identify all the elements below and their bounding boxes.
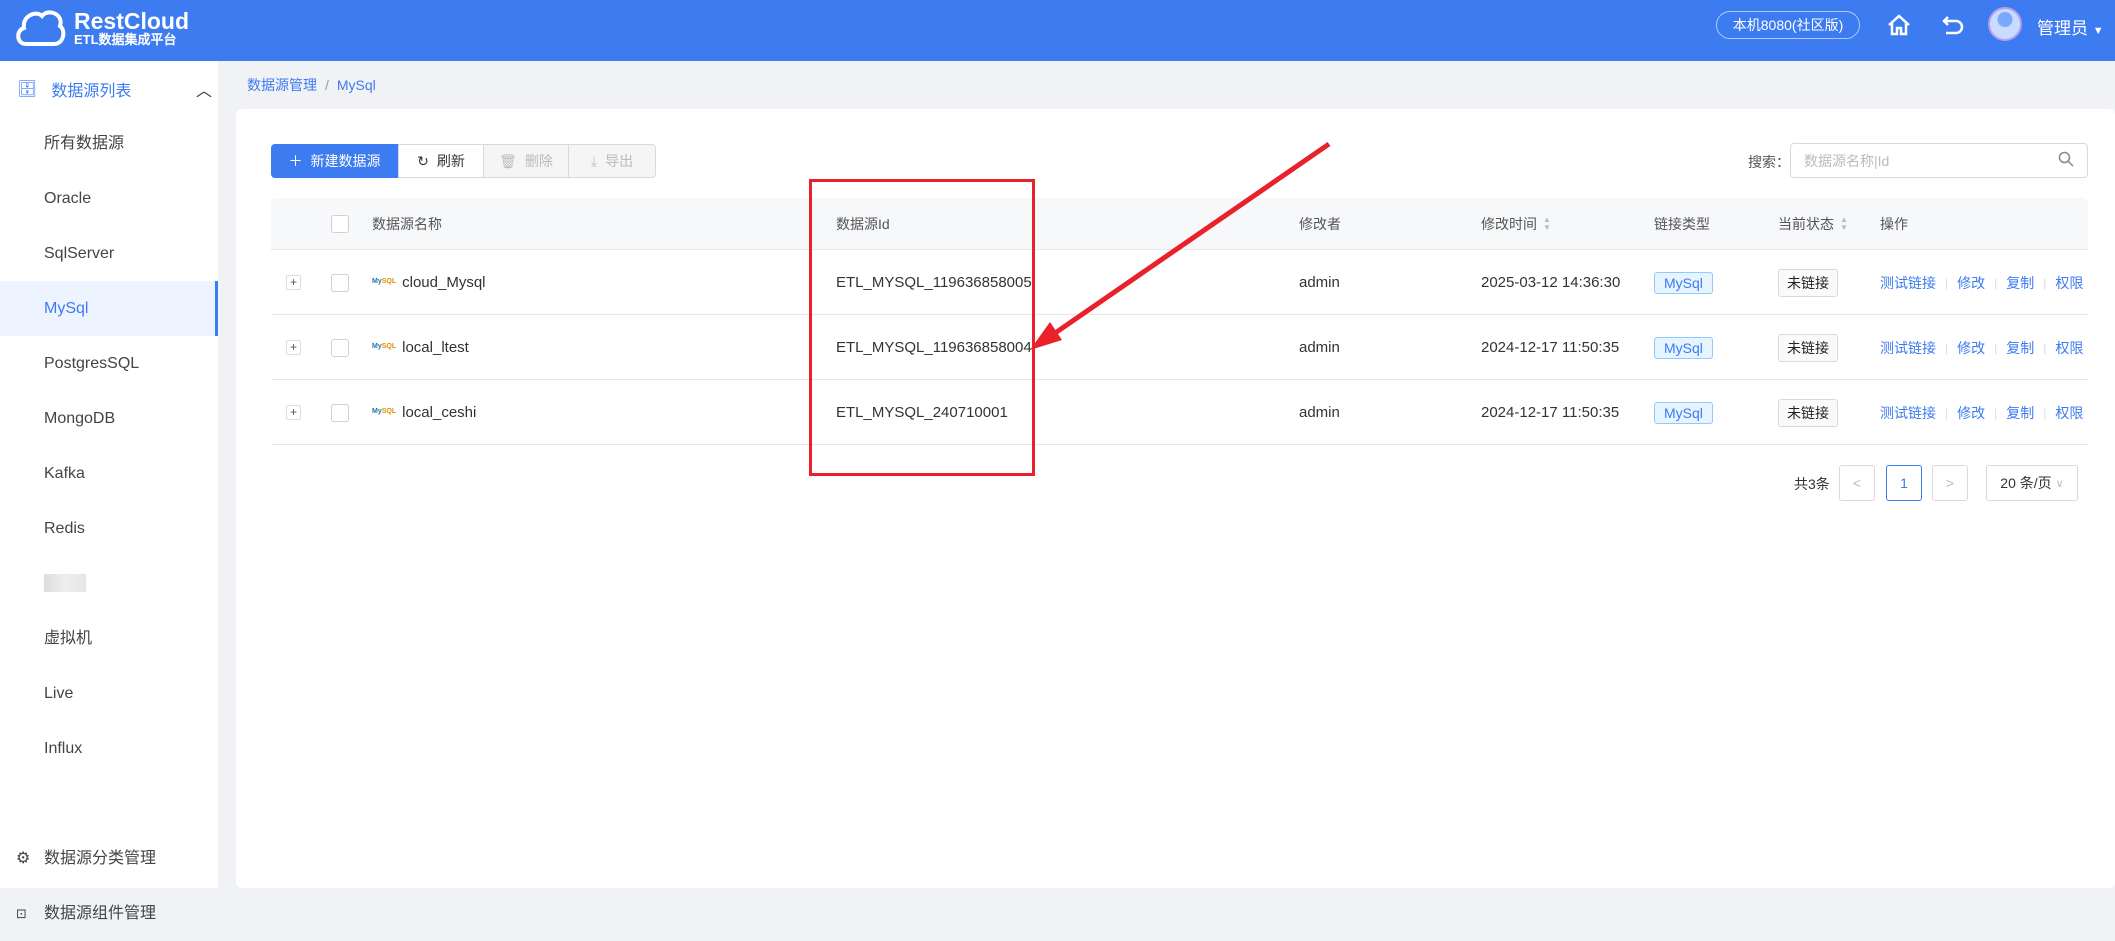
sidebar-item-label: 数据源组件管理 (44, 905, 157, 922)
terminal-icon: ⊡ (16, 906, 27, 921)
annotation-arrow-icon (1030, 141, 1331, 350)
sidebar-item-components[interactable]: ⊡ 数据源组件管理 (0, 886, 218, 941)
